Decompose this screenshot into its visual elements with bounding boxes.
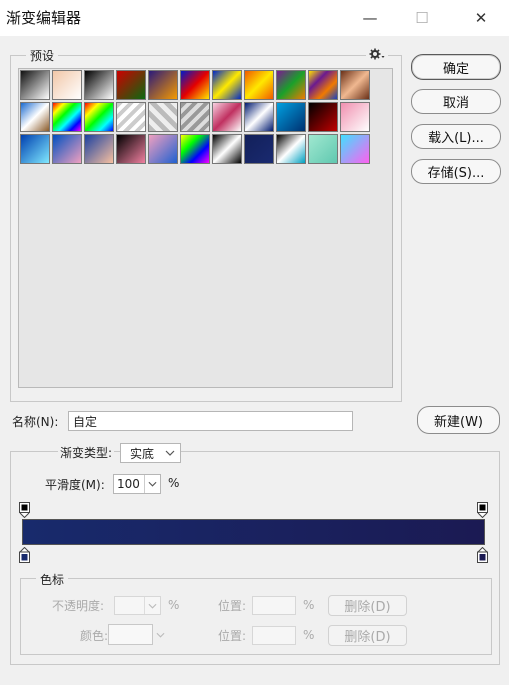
color-stop-icon <box>19 546 30 563</box>
chevron-down-icon <box>156 632 165 638</box>
preset-swatch-blue-cyan[interactable] <box>20 134 50 164</box>
new-button[interactable]: 新建(W) <box>417 406 500 434</box>
opacity-location-input[interactable] <box>252 596 296 615</box>
smoothness-value: 100 <box>117 477 140 491</box>
title-bar: 渐变编辑器 — ☐ ✕ <box>0 0 509 36</box>
load-button[interactable]: 载入(L)... <box>411 124 501 149</box>
preset-swatch-mint[interactable] <box>308 134 338 164</box>
maximize-icon: ☐ <box>415 9 429 27</box>
gear-icon <box>369 48 385 60</box>
preset-swatch-rainbow[interactable] <box>180 134 210 164</box>
preset-swatch-navy[interactable] <box>244 134 274 164</box>
close-button[interactable]: ✕ <box>461 4 501 32</box>
color-delete-button[interactable]: 删除(D) <box>328 625 407 646</box>
preset-swatch-black-white-cyan[interactable] <box>276 134 306 164</box>
color-location-label: 位置: <box>218 629 247 643</box>
preset-swatch-black-white-stripe[interactable] <box>212 134 242 164</box>
gradient-type-select[interactable]: 实底 <box>120 443 181 463</box>
color-stop-right[interactable] <box>477 546 488 563</box>
preset-swatch-pink-white[interactable] <box>340 102 370 132</box>
smoothness-input[interactable]: 100 <box>113 474 161 494</box>
save-button[interactable]: 存储(S)... <box>411 159 501 184</box>
color-swatch[interactable] <box>108 624 153 645</box>
name-label: 名称(N): <box>12 415 59 429</box>
opacity-input[interactable] <box>114 596 161 615</box>
preset-swatch-red-green[interactable] <box>116 70 146 100</box>
opacity-label: 不透明度: <box>52 599 105 613</box>
preset-swatch-silver-stripes[interactable] <box>180 102 210 132</box>
preset-swatch-yellow-violet-orange-blue[interactable] <box>308 70 338 100</box>
opacity-stop-icon <box>19 502 30 519</box>
preset-swatch-blue-peach[interactable] <box>84 134 114 164</box>
minimize-button[interactable]: — <box>350 4 390 32</box>
opacity-stop-icon <box>477 502 488 519</box>
minimize-icon: — <box>362 9 378 27</box>
opacity-delete-button[interactable]: 删除(D) <box>328 595 407 616</box>
color-stop-left[interactable] <box>19 546 30 563</box>
name-input[interactable]: 自定 <box>68 411 353 431</box>
window-title: 渐变编辑器 <box>6 9 82 27</box>
preset-swatch-foreground-to-background[interactable] <box>20 70 50 100</box>
preset-swatch-black-white[interactable] <box>84 70 114 100</box>
chevron-down-icon <box>148 603 157 609</box>
opacity-unit: % <box>168 598 180 612</box>
preset-swatch-orange-yellow-orange[interactable] <box>244 70 274 100</box>
preset-swatch-chrome[interactable] <box>20 102 50 132</box>
preset-swatch-black-pink[interactable] <box>116 134 146 164</box>
smoothness-label: 平滑度(M): <box>45 478 105 492</box>
chevron-down-icon <box>148 481 157 487</box>
preset-swatch-transparent-stripes[interactable] <box>116 102 146 132</box>
preset-swatch-black-red[interactable] <box>308 102 338 132</box>
maximize-button[interactable]: ☐ <box>402 4 442 32</box>
color-stop-icon <box>477 546 488 563</box>
gradient-preview-bar[interactable] <box>22 519 485 545</box>
preset-swatch-pink-blue[interactable] <box>148 134 178 164</box>
preset-swatch-foreground-to-transparent[interactable] <box>52 70 82 100</box>
chevron-down-icon <box>165 450 175 456</box>
opacity-stop-left[interactable] <box>19 502 30 519</box>
stops-label: 色标 <box>36 571 69 588</box>
gradient-type-label: 渐变类型: <box>58 444 115 461</box>
preset-swatch-blue-yellow-blue[interactable] <box>212 70 242 100</box>
opacity-location-unit: % <box>303 598 315 612</box>
preset-swatch-blue-pink[interactable] <box>52 134 82 164</box>
preset-swatch-transparent-checker[interactable] <box>148 102 178 132</box>
gradient-type-value: 实底 <box>130 446 155 461</box>
preset-swatch-blue-red-yellow[interactable] <box>180 70 210 100</box>
ok-button[interactable]: 确定 <box>411 54 501 80</box>
preset-swatch-violet-orange[interactable] <box>148 70 178 100</box>
opacity-stop-right[interactable] <box>477 502 488 519</box>
color-label: 颜色: <box>80 629 109 643</box>
preset-swatch-pink-stripes[interactable] <box>212 102 242 132</box>
opacity-location-label: 位置: <box>218 599 247 613</box>
close-icon: ✕ <box>474 9 488 27</box>
preset-swatch-violet-green-orange[interactable] <box>276 70 306 100</box>
smoothness-unit: % <box>168 476 180 490</box>
preset-swatch-transparent-rainbow[interactable] <box>84 102 114 132</box>
presets-grid <box>18 68 393 388</box>
preset-swatch-blue-white[interactable] <box>244 102 274 132</box>
color-location-unit: % <box>303 628 315 642</box>
cancel-button[interactable]: 取消 <box>411 89 501 114</box>
color-location-input[interactable] <box>252 626 296 645</box>
preset-swatch-copper[interactable] <box>340 70 370 100</box>
preset-swatch-spectrum[interactable] <box>52 102 82 132</box>
presets-label: 预设 <box>26 47 59 64</box>
preset-swatch-cyan-blue[interactable] <box>276 102 306 132</box>
presets-menu-button[interactable] <box>366 46 388 62</box>
preset-swatch-cyan-magenta[interactable] <box>340 134 370 164</box>
